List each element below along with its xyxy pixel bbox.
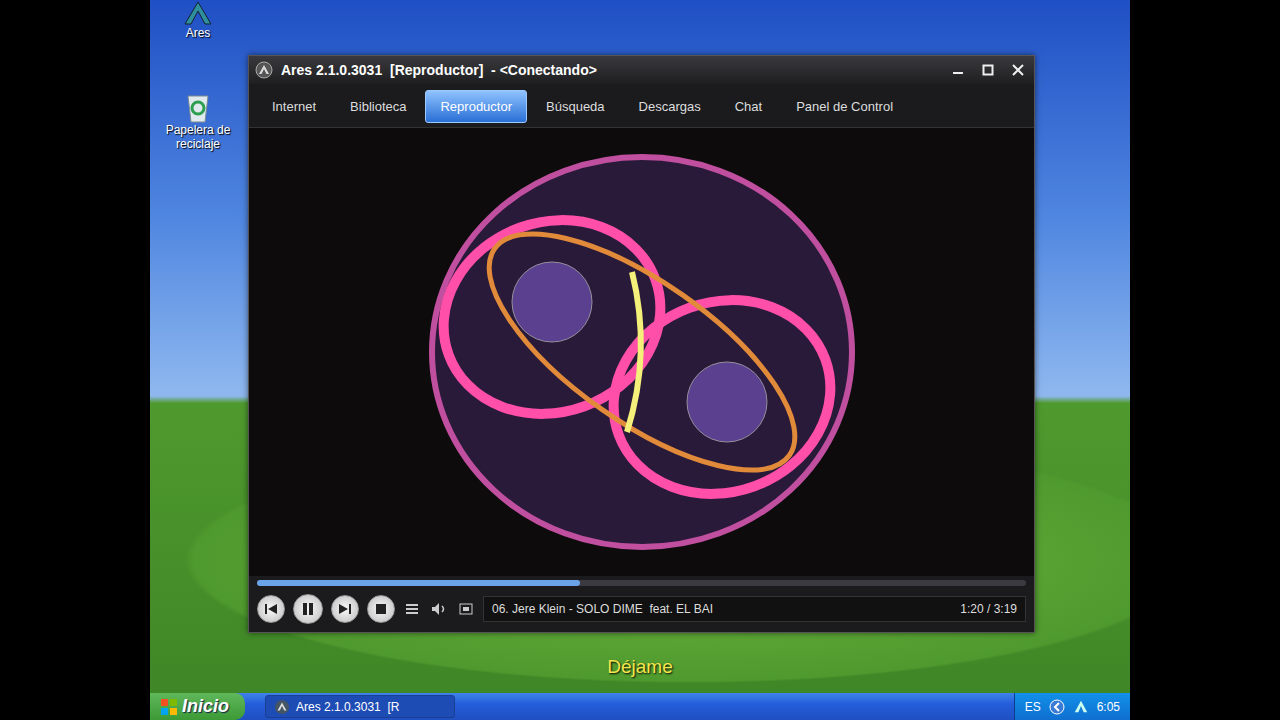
minimize-button[interactable] (948, 62, 968, 78)
minimize-icon (952, 64, 964, 76)
play-pause-button[interactable] (293, 594, 323, 624)
player-controls: 06. Jere Klein - SOLO DIME feat. EL BAI … (249, 590, 1034, 632)
close-button[interactable] (1008, 62, 1028, 78)
tray-arrow-icon[interactable] (1049, 699, 1065, 715)
tab[interactable]: Chat (720, 90, 777, 123)
visualizer-graphic (422, 142, 862, 562)
ares-icon (183, 0, 213, 26)
next-icon (338, 603, 352, 615)
language-indicator[interactable]: ES (1025, 700, 1041, 714)
taskbar-button[interactable]: Ares 2.1.0.3031 [R (265, 695, 455, 718)
stop-button[interactable] (367, 595, 395, 623)
stop-icon (375, 603, 387, 615)
desktop-icon[interactable]: Papelera de reciclaje (158, 90, 238, 152)
taskbar: Inicio Ares 2.1.0.3031 [R ES 6:05 (150, 693, 1130, 720)
track-time: 1:20 / 3:19 (960, 602, 1017, 616)
maximize-icon (982, 64, 994, 76)
pause-icon (301, 602, 315, 616)
title-bar: Ares 2.1.0.3031 [Reproductor] - <Conecta… (249, 56, 1034, 84)
desktop: Ares Papelera de reciclaje Ares 2.1.0.30… (150, 0, 1130, 720)
recycle-bin-icon (183, 90, 213, 124)
system-tray: ES 6:05 (1014, 693, 1130, 720)
window-title: Ares 2.1.0.3031 [Reproductor] - <Conecta… (281, 62, 940, 78)
previous-icon (264, 603, 278, 615)
seek-bar[interactable] (257, 580, 1026, 586)
visualizer (249, 128, 1034, 576)
ares-window: Ares 2.1.0.3031 [Reproductor] - <Conecta… (248, 55, 1035, 633)
tab[interactable]: Internet (257, 90, 331, 123)
next-button[interactable] (331, 595, 359, 623)
tab[interactable]: Reproductor (425, 90, 527, 123)
desktop-icon[interactable]: Ares (178, 0, 218, 40)
ares-tray-icon[interactable] (1073, 699, 1089, 715)
close-icon (1012, 64, 1024, 76)
previous-button[interactable] (257, 595, 285, 623)
volume-icon[interactable] (431, 602, 447, 616)
window-mode-icon[interactable] (459, 602, 473, 616)
photo-frame: Ares Papelera de reciclaje Ares 2.1.0.30… (0, 0, 1280, 720)
maximize-button[interactable] (978, 62, 998, 78)
tab-bar: InternetBibliotecaReproductorBúsquedaDes… (249, 84, 1034, 128)
tab[interactable]: Descargas (624, 90, 716, 123)
seek-fill (257, 580, 580, 586)
playlist-icon[interactable] (405, 602, 419, 616)
tab[interactable]: Biblioteca (335, 90, 421, 123)
subtitle: Déjame (150, 656, 1130, 678)
windows-logo-icon (160, 698, 178, 716)
track-title: 06. Jere Klein - SOLO DIME feat. EL BAI (492, 602, 713, 616)
tab[interactable]: Búsqueda (531, 90, 620, 123)
track-display: 06. Jere Klein - SOLO DIME feat. EL BAI … (483, 596, 1026, 622)
tab[interactable]: Panel de Control (781, 90, 908, 123)
start-button[interactable]: Inicio (150, 693, 245, 720)
ares-logo-icon (255, 61, 273, 79)
clock: 6:05 (1097, 700, 1120, 714)
ares-icon (274, 699, 290, 715)
